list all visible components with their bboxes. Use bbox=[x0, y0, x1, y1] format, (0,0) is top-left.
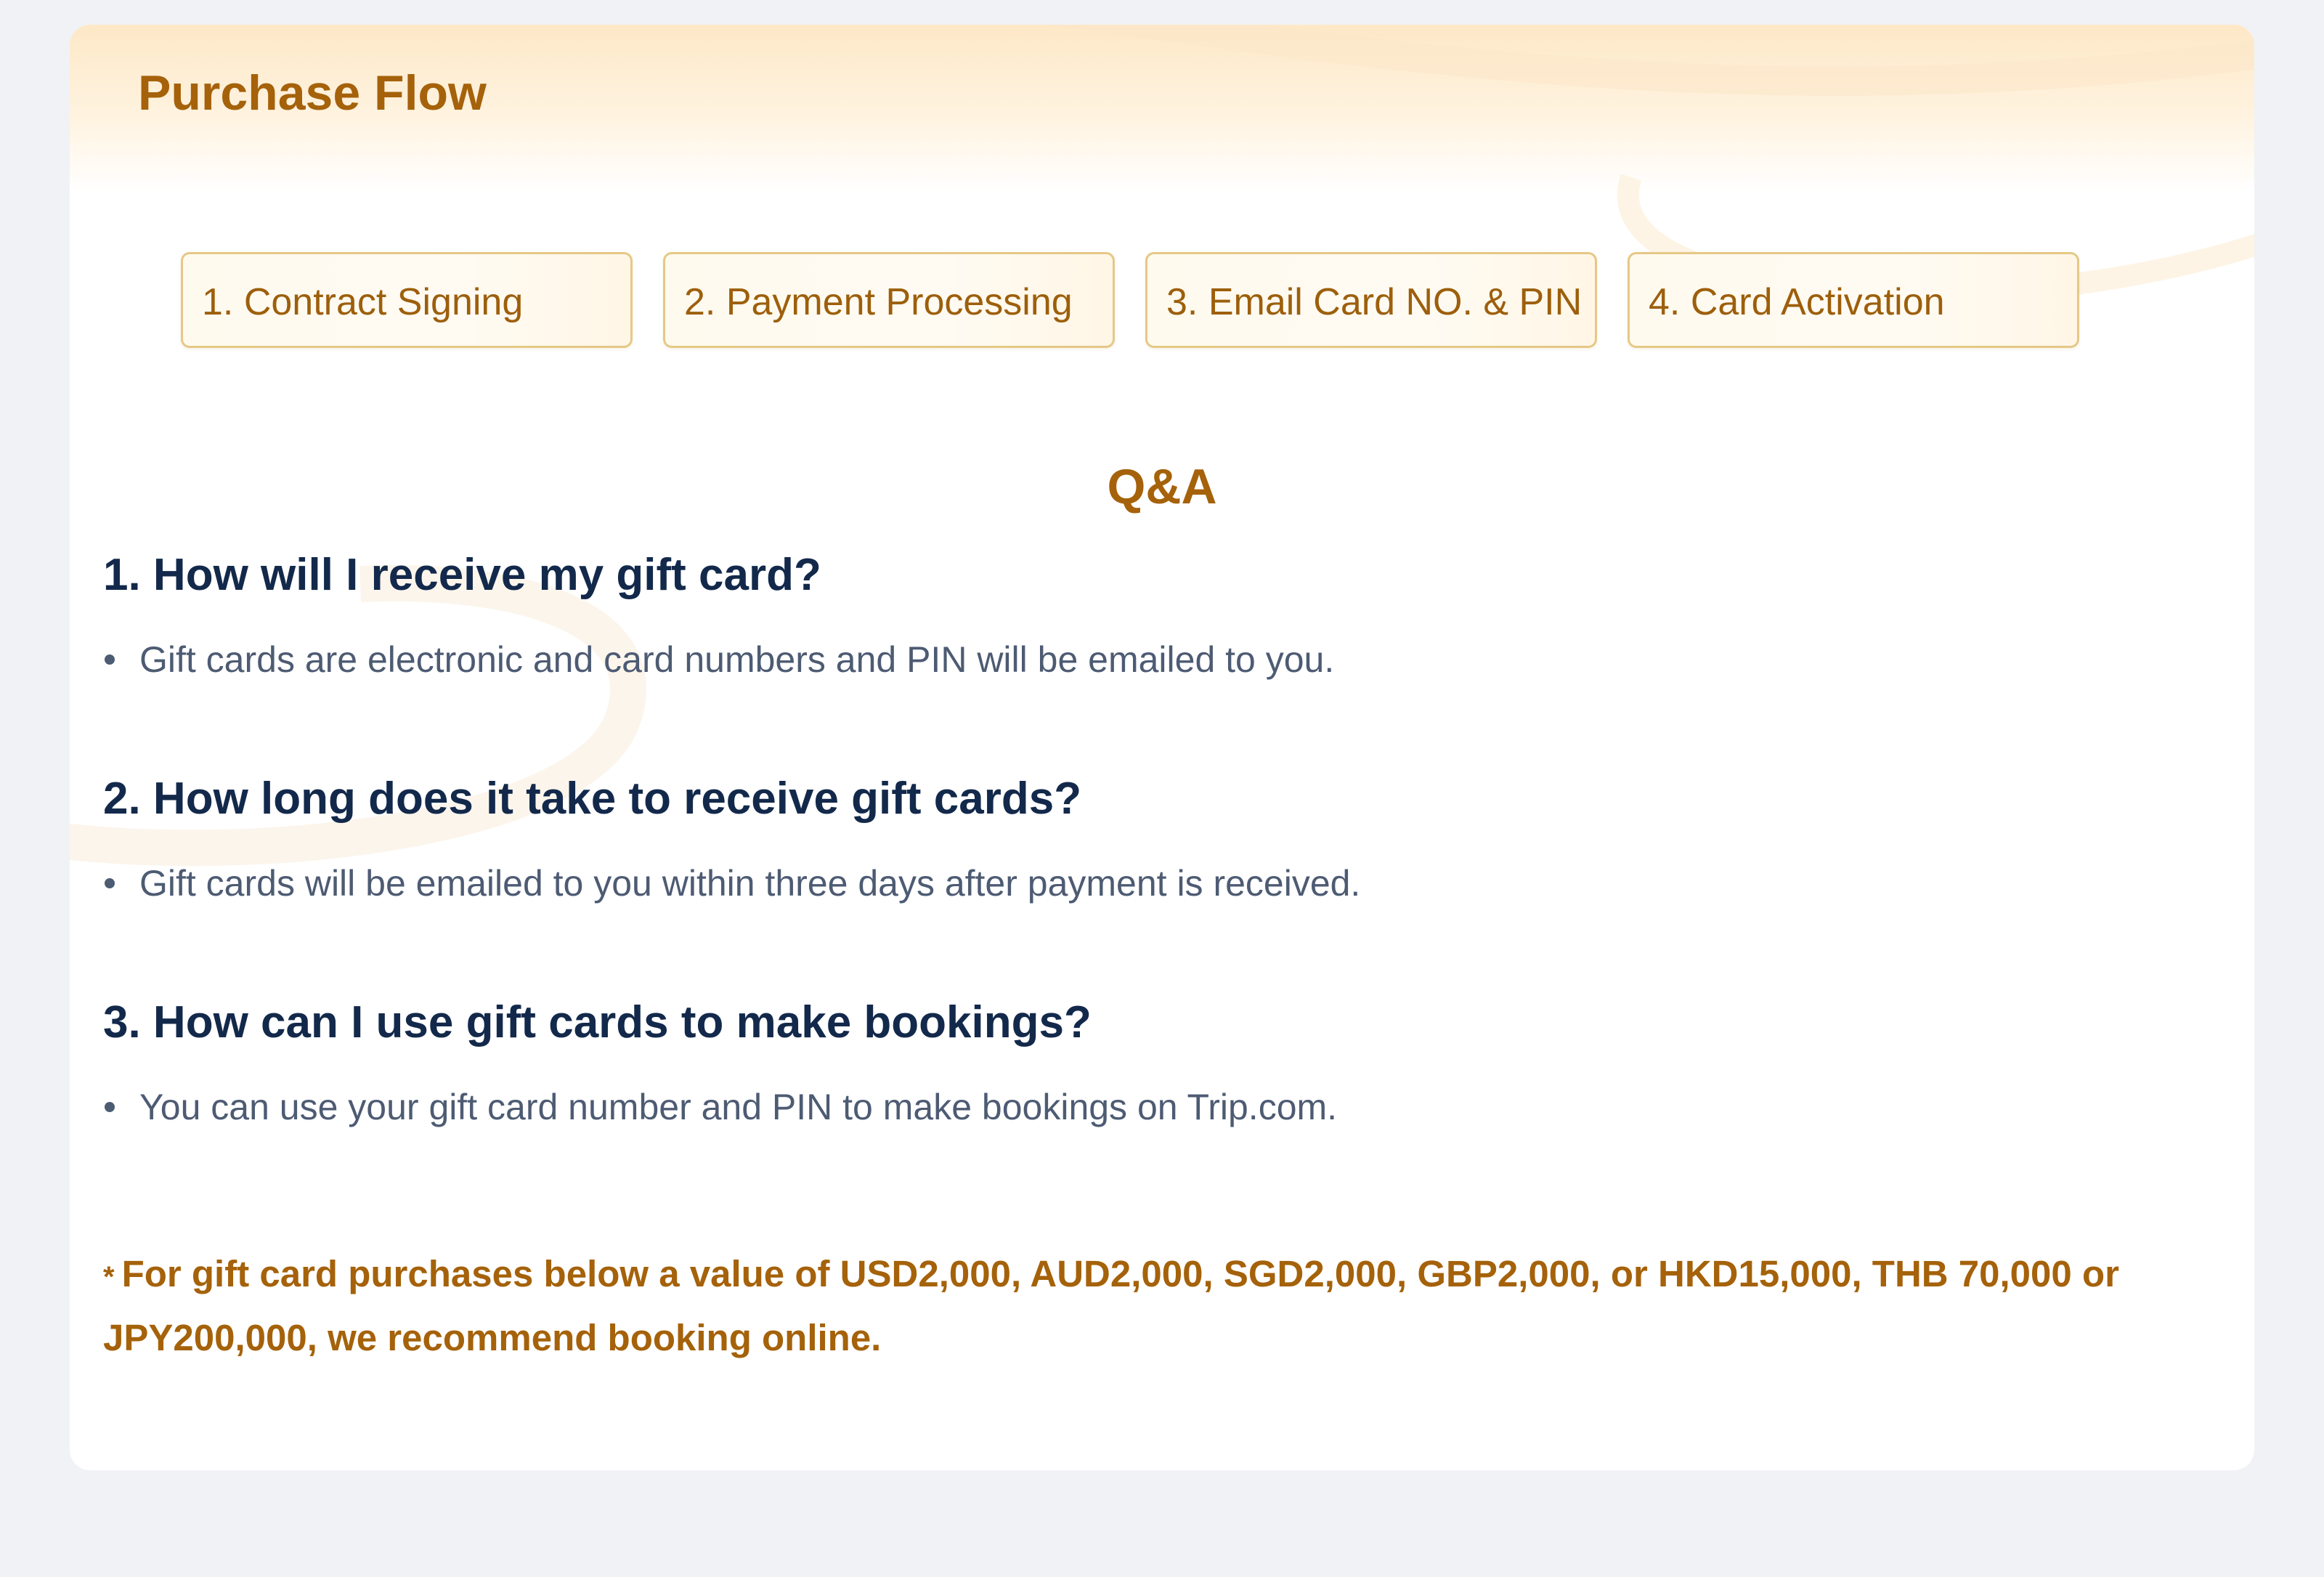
bullet-icon bbox=[105, 654, 115, 665]
answer-text: You can use your gift card number and PI… bbox=[139, 1087, 1338, 1127]
purchase-flow-title: Purchase Flow bbox=[138, 65, 487, 121]
bullet-icon bbox=[105, 1101, 115, 1112]
step-label: 1. Contract Signing bbox=[202, 281, 524, 323]
purchase-flow-card: Purchase Flow 1. Contract Signing 2. Pay… bbox=[70, 25, 2254, 1470]
step-label: 4. Card Activation bbox=[1649, 281, 1945, 323]
note-text: For gift card purchases below a value of… bbox=[103, 1253, 2119, 1358]
step-label: 3. Email Card NO. & PIN bbox=[1166, 281, 1582, 323]
qa-answer-2: Gift cards will be emailed to you within… bbox=[103, 860, 2064, 907]
qa-question-2: 2. How long does it take to receive gift… bbox=[103, 774, 1082, 824]
qa-answer-3: You can use your gift card number and PI… bbox=[103, 1084, 2064, 1131]
qa-heading: Q&A bbox=[1107, 459, 1217, 514]
purchase-steps: 1. Contract Signing 2. Payment Processin… bbox=[181, 252, 2185, 348]
bullet-icon bbox=[105, 877, 115, 888]
qa-question-3: 3. How can I use gift cards to make book… bbox=[103, 997, 1092, 1047]
asterisk-marker: * bbox=[103, 1261, 115, 1293]
booking-recommendation-note: * For gift card purchases below a value o… bbox=[103, 1244, 2137, 1369]
qa-answer-1: Gift cards are electronic and card numbe… bbox=[103, 636, 2064, 684]
step-label: 2. Payment Processing bbox=[684, 281, 1073, 323]
step-payment-processing: 2. Payment Processing bbox=[663, 252, 1115, 348]
step-email-card-pin: 3. Email Card NO. & PIN bbox=[1145, 252, 1597, 348]
answer-text: Gift cards are electronic and card numbe… bbox=[139, 639, 1335, 680]
answer-text: Gift cards will be emailed to you within… bbox=[139, 863, 1361, 904]
step-card-activation: 4. Card Activation bbox=[1628, 252, 2079, 348]
step-contract-signing: 1. Contract Signing bbox=[181, 252, 633, 348]
qa-question-1: 1. How will I receive my gift card? bbox=[103, 550, 821, 600]
